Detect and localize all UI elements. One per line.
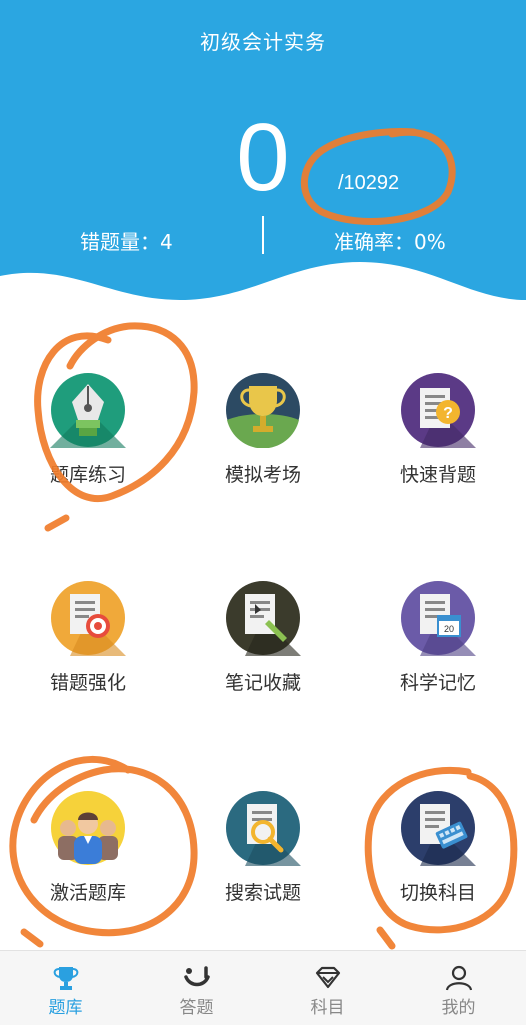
tab-answer[interactable]: 答题 xyxy=(131,951,262,1025)
grid-item-memory[interactable]: 20 科学记忆 xyxy=(350,580,526,695)
grid-item-activate[interactable]: 激活题库 xyxy=(0,790,176,905)
user-tab-icon xyxy=(445,965,472,991)
target-doc-icon xyxy=(51,581,126,656)
trophy-icon xyxy=(226,373,300,448)
grid-item-search[interactable]: 搜索试题 xyxy=(175,790,351,905)
diamond-tab-icon xyxy=(315,966,340,989)
grid-label: 激活题库 xyxy=(49,882,126,904)
tab-label: 我的 xyxy=(441,998,476,1018)
done-count: 0 xyxy=(236,104,290,211)
grid-item-switch-subject[interactable]: 切换科目 xyxy=(350,790,526,905)
grid-label: 快速背题 xyxy=(399,464,476,486)
grid-label: 笔记收藏 xyxy=(224,672,301,694)
tab-label: 科目 xyxy=(310,998,345,1018)
subject-title: 初级会计实务 xyxy=(200,30,326,54)
tab-mine[interactable]: 我的 xyxy=(393,951,524,1025)
answer-tab-icon xyxy=(183,966,210,987)
grid-item-wrong-review[interactable]: 错题强化 xyxy=(0,580,176,695)
question-doc-icon: ? xyxy=(401,373,476,448)
wrong-count: 错题量：4 xyxy=(80,230,173,254)
keyboard-doc-icon xyxy=(401,791,476,866)
total-count: /10292 xyxy=(338,172,400,194)
grid-item-quick-review[interactable]: ? 快速背题 xyxy=(350,372,526,487)
grid-label: 题库练习 xyxy=(49,464,126,486)
stats-divider xyxy=(262,216,264,254)
note-pencil-icon xyxy=(226,581,301,656)
grid-item-notes[interactable]: 笔记收藏 xyxy=(175,580,351,695)
grid-label: 错题强化 xyxy=(49,672,126,694)
pen-nib-icon xyxy=(50,373,126,448)
trophy-tab-icon xyxy=(53,967,78,990)
stats-header: 初级会计实务 0 /10292 错题量：4 准确率：0% xyxy=(0,0,526,310)
tab-label: 题库 xyxy=(48,998,83,1018)
calendar-doc-icon: 20 xyxy=(401,581,476,656)
svg-text:?: ? xyxy=(443,405,453,422)
grid-item-practice[interactable]: 题库练习 xyxy=(0,372,176,487)
calendar-badge: 20 xyxy=(444,624,454,634)
grid-label: 搜索试题 xyxy=(224,882,301,904)
grid-label: 科学记忆 xyxy=(399,672,476,694)
people-icon xyxy=(51,791,125,865)
grid-label: 切换科目 xyxy=(399,882,476,904)
accuracy-rate: 准确率：0% xyxy=(334,230,446,254)
tab-label: 答题 xyxy=(179,998,214,1018)
tab-question-bank[interactable]: 题库 xyxy=(0,951,131,1025)
search-doc-icon xyxy=(226,791,301,866)
grid-label: 模拟考场 xyxy=(224,464,301,486)
bottom-tab-bar: 题库 答题 科目 我的 xyxy=(0,950,526,1025)
grid-item-mock-exam[interactable]: 模拟考场 xyxy=(175,372,351,487)
tab-subject[interactable]: 科目 xyxy=(262,951,393,1025)
